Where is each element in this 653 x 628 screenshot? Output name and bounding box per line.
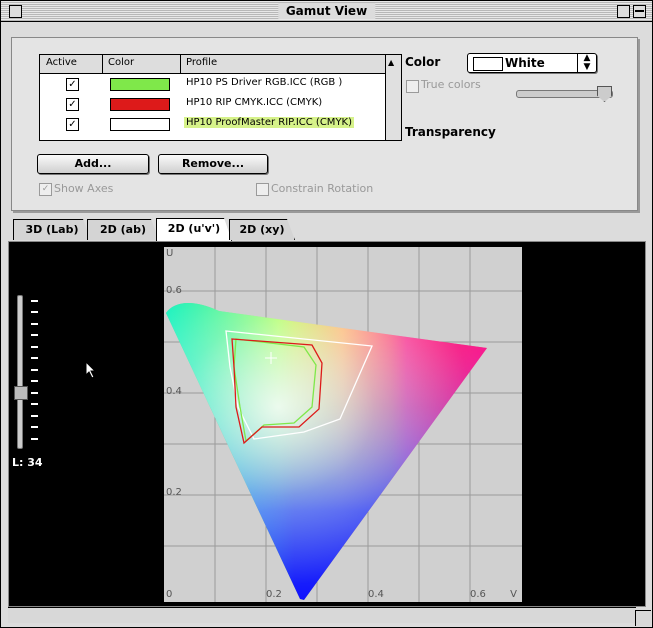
tab-2d-xy[interactable]: 2D (xy) — [229, 219, 295, 240]
slider-tick — [31, 346, 38, 348]
profiles-table: Active Color Profile ✓ HP10 PS Driver RG… — [39, 54, 402, 141]
gamut-view-window: Gamut View Active Color Profile ✓ HP10 P… — [0, 0, 653, 628]
slider-tick — [31, 415, 38, 417]
tab-2d-ab[interactable]: 2D (ab) — [87, 219, 159, 240]
slider-tick — [31, 380, 38, 382]
profile-name: HP10 ProofMaster RIP.ICC (CMYK) — [184, 117, 355, 128]
table-row[interactable]: ✓ HP10 PS Driver RGB.ICC (RGB ) — [40, 75, 384, 94]
x-axis-label: V — [510, 589, 517, 600]
table-header: Active Color Profile — [40, 55, 401, 74]
tab-2d-uv[interactable]: 2D (u'v') — [156, 218, 232, 241]
slider-tick — [31, 438, 38, 440]
slider-tick — [31, 311, 38, 313]
slider-tick — [31, 334, 38, 336]
active-checkbox[interactable]: ✓ — [66, 78, 79, 91]
x-tick-label: 0.4 — [368, 589, 384, 600]
slider-tick — [31, 403, 38, 405]
collapse-box-icon[interactable] — [633, 5, 646, 18]
transparency-label: Transparency — [405, 125, 496, 139]
table-row[interactable]: ✓ HP10 ProofMaster RIP.ICC (CMYK) — [40, 115, 384, 134]
color-label: Color — [405, 55, 441, 69]
slider-tick — [31, 392, 38, 394]
slider-tick — [31, 369, 38, 371]
active-checkbox[interactable]: ✓ — [66, 98, 79, 111]
x-tick-label: 0.6 — [470, 589, 486, 600]
uv-chromaticity-plot[interactable]: U V 0.6 0.4 0.2 0 0.2 0.4 0.6 — [164, 247, 522, 602]
color-popup-menu[interactable]: White ▲ ▼ — [467, 53, 597, 73]
table-scrollbar[interactable]: ▲ — [385, 55, 401, 140]
slider-tick — [31, 323, 38, 325]
lightness-value: L: 34 — [12, 456, 43, 469]
spectral-locus — [166, 302, 487, 600]
true-colors-label: True colors — [421, 78, 481, 91]
y-tick-label: 0.6 — [166, 285, 182, 296]
remove-profile-button[interactable]: Remove... — [158, 154, 268, 174]
profile-name: HP10 RIP CMYK.ICC (CMYK) — [186, 97, 323, 108]
x-tick-label: 0 — [166, 589, 173, 600]
header-color[interactable]: Color — [108, 57, 134, 68]
y-axis-label: U — [166, 248, 174, 259]
scroll-up-arrow-icon[interactable]: ▲ — [388, 58, 394, 67]
zoom-box-icon[interactable] — [617, 5, 630, 18]
x-tick-label: 0.2 — [266, 589, 282, 600]
color-popup-value: White — [505, 56, 545, 70]
show-axes-label: Show Axes — [54, 182, 114, 195]
true-colors-checkbox[interactable] — [406, 80, 419, 93]
color-popup-swatch — [473, 57, 503, 71]
window-title: Gamut View — [277, 3, 376, 19]
y-tick-label: 0.2 — [166, 487, 182, 498]
slider-tick — [31, 426, 38, 428]
color-swatch[interactable] — [110, 78, 170, 91]
add-profile-button[interactable]: Add... — [37, 154, 149, 174]
tab-3d-lab[interactable]: 3D (Lab) — [13, 219, 91, 240]
header-active[interactable]: Active — [46, 57, 77, 68]
mouse-pointer-icon — [85, 361, 97, 379]
popup-arrows-icon: ▲ ▼ — [577, 54, 596, 72]
table-row[interactable]: ✓ HP10 RIP CMYK.ICC (CMYK) — [40, 95, 384, 114]
profiles-pane: Active Color Profile ✓ HP10 PS Driver RG… — [11, 37, 638, 211]
horizontal-scrollbar[interactable] — [8, 607, 636, 623]
color-swatch[interactable] — [110, 98, 170, 111]
color-swatch[interactable] — [110, 118, 170, 131]
constrain-rotation-label: Constrain Rotation — [271, 182, 374, 195]
show-axes-checkbox[interactable]: ✓ — [39, 183, 52, 196]
chromaticity-diagram — [164, 247, 522, 602]
lightness-slider-thumb[interactable] — [14, 386, 28, 400]
header-profile[interactable]: Profile — [186, 57, 217, 68]
active-checkbox[interactable]: ✓ — [66, 118, 79, 131]
title-bar[interactable]: Gamut View — [1, 1, 652, 22]
profile-name: HP10 PS Driver RGB.ICC (RGB ) — [186, 77, 343, 88]
y-tick-label: 0.4 — [166, 386, 182, 397]
slider-tick — [31, 357, 38, 359]
resize-grip-icon[interactable] — [635, 610, 651, 626]
constrain-rotation-checkbox[interactable] — [256, 183, 269, 196]
lightness-slider[interactable] — [17, 295, 23, 449]
slider-tick — [31, 300, 38, 302]
close-box-icon[interactable] — [9, 5, 22, 18]
